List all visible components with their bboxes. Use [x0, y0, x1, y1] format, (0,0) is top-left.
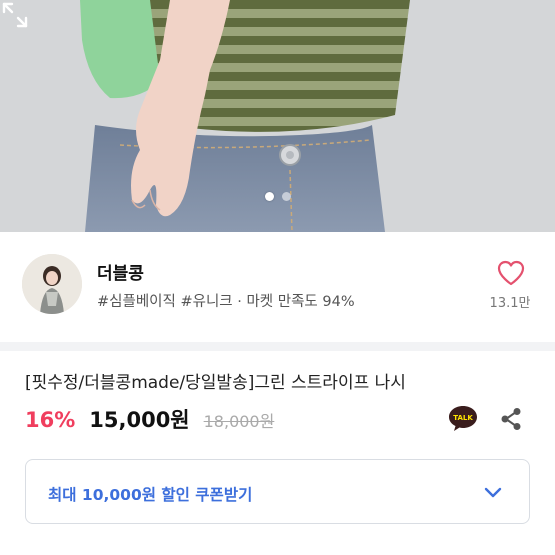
discount-rate: 16% — [25, 408, 76, 432]
share-icon[interactable] — [497, 405, 525, 433]
kakaotalk-icon[interactable]: TALK — [447, 404, 479, 432]
coupon-button[interactable]: 최대 10,000원 할인 쿠폰받기 — [25, 459, 530, 524]
avatar-image — [22, 254, 82, 314]
expand-icon[interactable] — [0, 0, 30, 30]
carousel-dot-active[interactable] — [264, 192, 274, 201]
like-count: 13.1만 — [489, 296, 531, 311]
seller-name[interactable]: 더블콩 — [97, 259, 144, 284]
carousel-indicator — [0, 192, 555, 201]
product-title: [핏수정/더블콩made/당일발송]그린 스트라이프 나시 — [25, 373, 406, 393]
chevron-down-icon — [484, 487, 502, 498]
heart-icon[interactable] — [496, 259, 526, 287]
product-image[interactable] — [0, 0, 555, 232]
seller-avatar[interactable] — [22, 254, 82, 314]
coupon-label: 최대 10,000원 할인 쿠폰받기 — [48, 486, 253, 504]
price-row: 16% 15,000원 18,000원 — [25, 404, 274, 436]
seller-section[interactable]: 더블콩 #심플베이직 #유니크 · 마켓 만족도 94% 13.1만 — [0, 232, 555, 342]
seller-tags: #심플베이직 #유니크 · 마켓 만족도 94% — [97, 294, 355, 310]
section-divider — [0, 342, 555, 351]
talk-badge-text: TALK — [453, 414, 473, 422]
original-price: 18,000원 — [203, 412, 275, 431]
sale-price: 15,000원 — [89, 408, 190, 432]
carousel-dot[interactable] — [281, 192, 291, 201]
